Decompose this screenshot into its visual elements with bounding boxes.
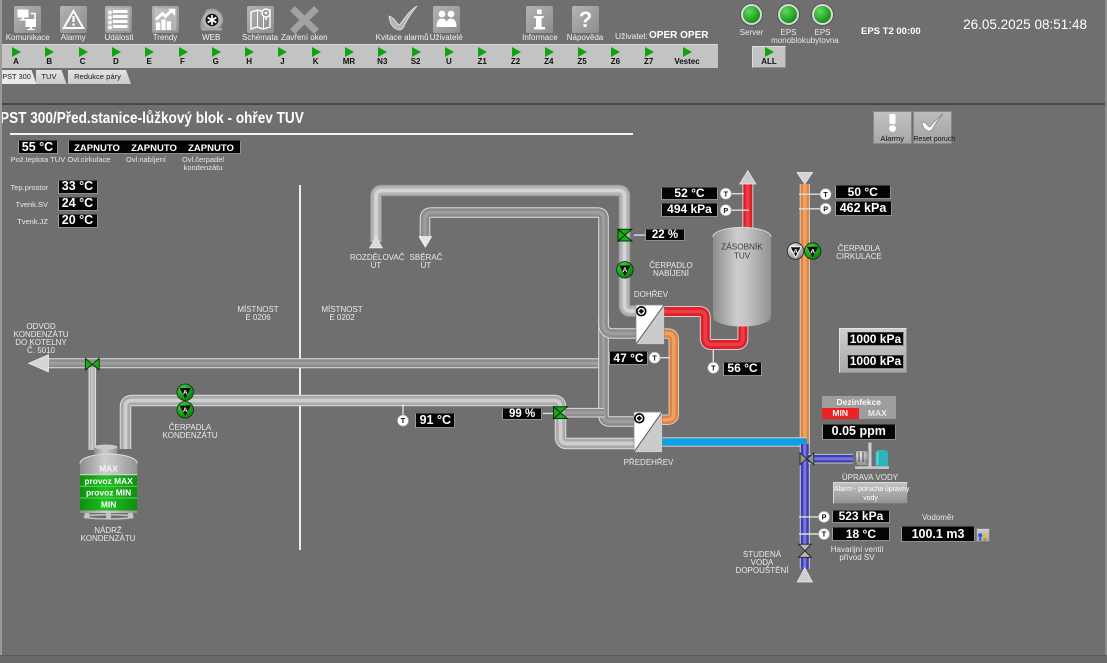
- svg-text:MAX: MAX: [99, 464, 118, 474]
- svg-text:provoz MIN: provoz MIN: [86, 488, 131, 498]
- svg-text:P: P: [822, 513, 827, 522]
- svg-text:A: A: [810, 249, 815, 256]
- svg-text:P: P: [723, 206, 728, 215]
- svg-text:A: A: [183, 390, 188, 397]
- svg-text:A: A: [793, 249, 798, 256]
- svg-text:T: T: [823, 190, 828, 199]
- svg-text:provoz MAX: provoz MAX: [84, 476, 133, 486]
- svg-text:P: P: [823, 204, 828, 213]
- svg-text:T: T: [401, 416, 406, 425]
- svg-text:TUV: TUV: [734, 252, 751, 261]
- svg-text:MIN: MIN: [101, 500, 116, 510]
- svg-text:A: A: [183, 407, 188, 414]
- svg-text:T: T: [711, 363, 716, 372]
- svg-text:T: T: [822, 530, 827, 539]
- svg-text:ZÁSOBNÍK: ZÁSOBNÍK: [721, 242, 763, 252]
- svg-text:T: T: [724, 189, 729, 198]
- svg-text:T: T: [652, 353, 657, 362]
- svg-text:A: A: [623, 267, 628, 274]
